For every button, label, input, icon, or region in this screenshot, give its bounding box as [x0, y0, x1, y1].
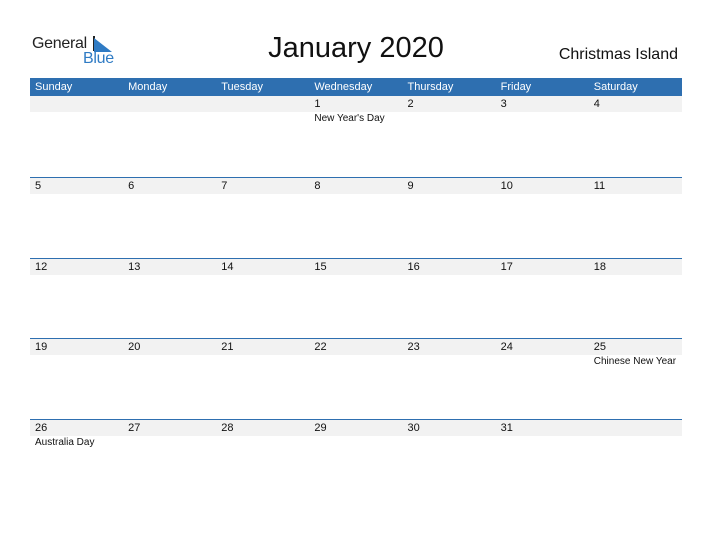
day-number	[594, 420, 682, 436]
day-number: 2	[407, 98, 414, 110]
day-cell: 28	[216, 420, 309, 449]
day-cell: 14	[216, 259, 309, 276]
day-cell: 22	[309, 339, 402, 368]
day-cell: 7	[216, 178, 309, 195]
day-number: 1	[314, 98, 321, 110]
weekday-header: Sunday Monday Tuesday Wednesday Thursday…	[30, 78, 682, 96]
day-number	[221, 96, 309, 112]
day-cell: 4	[589, 96, 682, 125]
week-row: 19 20 21 22 23 24 25 Chinese New Year	[30, 338, 682, 419]
day-cell: 26 Australia Day	[30, 420, 123, 449]
day-number: 13	[128, 260, 141, 273]
calendar-grid: Sunday Monday Tuesday Wednesday Thursday…	[30, 78, 682, 499]
day-cell: 8	[309, 178, 402, 195]
weekday-wednesday: Wednesday	[314, 81, 373, 93]
day-number: 4	[593, 98, 600, 110]
weekday-monday: Monday	[128, 81, 168, 93]
day-cell: 17	[496, 259, 589, 276]
day-number: 28	[221, 421, 234, 434]
day-number: 19	[35, 341, 48, 353]
day-number: 14	[221, 260, 234, 273]
day-number: 10	[500, 180, 513, 192]
day-number: 9	[407, 180, 414, 192]
day-cell	[30, 96, 123, 125]
day-cell: 11	[589, 178, 682, 195]
day-cell	[123, 96, 216, 125]
weekday-friday: Friday	[500, 81, 532, 93]
day-number: 22	[314, 341, 327, 353]
day-cell: 27	[123, 420, 216, 449]
day-cell: 18	[589, 259, 682, 276]
day-number	[35, 96, 123, 112]
day-cell: 12	[30, 259, 123, 276]
region-name: Christmas Island	[558, 46, 678, 63]
day-number: 23	[407, 341, 420, 353]
day-number: 16	[407, 260, 420, 273]
day-cell: 21	[216, 339, 309, 368]
day-number: 31	[500, 421, 513, 434]
day-number: 3	[500, 98, 507, 110]
day-cell: 10	[496, 178, 589, 195]
day-cell: 9	[403, 178, 496, 195]
day-cell: 29	[309, 420, 402, 449]
day-number: 30	[407, 421, 420, 434]
day-number: 18	[593, 260, 606, 273]
weekday-tuesday: Tuesday	[221, 81, 264, 93]
day-cell: 3	[496, 96, 589, 125]
day-cell: 15	[309, 259, 402, 276]
day-number: 6	[128, 180, 135, 192]
day-cell: 16	[403, 259, 496, 276]
week-row: 26 Australia Day 27 28 29 30 31	[30, 418, 682, 500]
day-cell: 25 Chinese New Year	[589, 339, 682, 368]
day-cell: 20	[123, 339, 216, 368]
day-cell: 13	[123, 259, 216, 276]
day-number	[128, 96, 216, 112]
day-number: 29	[314, 421, 327, 434]
day-number: 17	[500, 260, 513, 273]
day-cell: 23	[403, 339, 496, 368]
weekday-sunday: Sunday	[35, 81, 73, 93]
day-number: 21	[221, 341, 234, 353]
day-number: 20	[128, 341, 141, 353]
day-cell: 1 New Year's Day	[309, 96, 402, 125]
week-row: 12 13 14 15 16 17 18	[30, 257, 682, 339]
day-cell: 5	[30, 178, 123, 195]
holiday-label: New Year's Day	[314, 113, 385, 124]
day-cell: 6	[123, 178, 216, 195]
day-cell: 24	[496, 339, 589, 368]
day-cell	[589, 420, 682, 449]
day-number: 7	[221, 180, 228, 192]
weeks-container: 1 New Year's Day 2 3 4 5 6 7 8 9 10 11 12 13 14 15 16 17 1…	[30, 96, 682, 499]
day-number: 11	[593, 180, 606, 192]
day-cell: 30	[403, 420, 496, 449]
day-number: 15	[314, 260, 327, 273]
holiday-label: Australia Day	[35, 436, 95, 448]
week-row: 5 6 7 8 9 10 11	[30, 177, 682, 258]
day-number: 12	[35, 260, 48, 273]
day-number: 26	[35, 421, 48, 434]
day-cell: 19	[30, 339, 123, 368]
day-number: 24	[500, 341, 513, 353]
weekday-saturday: Saturday	[593, 81, 638, 93]
week-row: 1 New Year's Day 2 3 4	[30, 96, 682, 177]
holiday-label: Chinese New Year	[593, 356, 677, 367]
day-number: 25	[593, 341, 606, 353]
day-number: 8	[314, 180, 321, 192]
day-cell	[216, 96, 309, 125]
day-number: 27	[128, 421, 141, 434]
day-cell: 2	[403, 96, 496, 125]
weekday-thursday: Thursday	[407, 81, 454, 93]
day-number: 5	[35, 180, 42, 192]
day-cell: 31	[496, 420, 589, 449]
